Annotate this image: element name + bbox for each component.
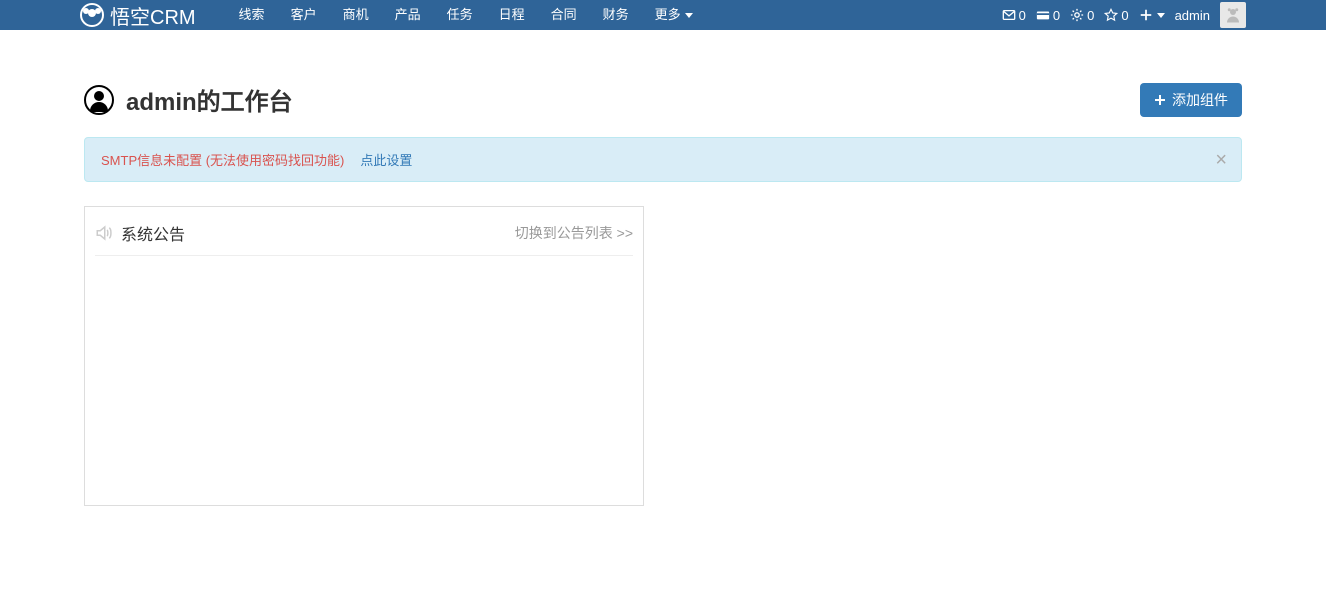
smtp-alert: SMTP信息未配置 (无法使用密码找回功能) 点此设置 × [84, 137, 1242, 182]
mail-icon [1002, 8, 1016, 22]
star-icon [1104, 8, 1118, 22]
alert-warning-text: SMTP信息未配置 (无法使用密码找回功能) [101, 150, 344, 169]
title-wrap: admin的工作台 [84, 82, 293, 117]
nav-finance[interactable]: 财务 [590, 0, 642, 30]
caret-down-icon [685, 13, 693, 18]
alert-settings-link[interactable]: 点此设置 [360, 150, 412, 169]
plus-icon [1154, 94, 1166, 106]
add-widget-button[interactable]: 添加组件 [1140, 83, 1242, 117]
speaker-icon [95, 224, 113, 242]
avatar[interactable] [1220, 2, 1246, 28]
main-container: admin的工作台 添加组件 SMTP信息未配置 (无法使用密码找回功能) 点此… [68, 54, 1258, 546]
logo-icon [80, 3, 104, 27]
widget-switch-link[interactable]: 切换到公告列表 >> [515, 223, 633, 243]
plus-icon [1139, 8, 1153, 22]
add-button-label: 添加组件 [1172, 90, 1228, 110]
stat-star-count: 0 [1121, 8, 1128, 23]
nav-business[interactable]: 商机 [330, 0, 382, 30]
brand[interactable]: 悟空CRM [80, 1, 196, 30]
page-title: admin的工作台 [126, 82, 293, 117]
navbar-right: 0 0 0 0 admin [1002, 2, 1326, 28]
widget-header: 系统公告 切换到公告列表 >> [95, 217, 633, 256]
widget-title-wrap: 系统公告 [95, 221, 185, 245]
nav-leads[interactable]: 线索 [226, 0, 278, 30]
page-header: admin的工作台 添加组件 [84, 82, 1242, 117]
nav-products[interactable]: 产品 [382, 0, 434, 30]
caret-down-icon [1157, 13, 1165, 18]
avatar-icon [1224, 6, 1242, 24]
widget-title: 系统公告 [121, 221, 185, 245]
top-navbar: 悟空CRM 线索 客户 商机 产品 任务 日程 合同 财务 更多 0 0 0 0 [0, 0, 1326, 30]
nav-links: 线索 客户 商机 产品 任务 日程 合同 财务 更多 [226, 0, 706, 30]
quick-add[interactable] [1139, 8, 1165, 22]
card-icon [1036, 8, 1050, 22]
nav-customers[interactable]: 客户 [278, 0, 330, 30]
brand-text: 悟空CRM [110, 1, 196, 30]
alert-close-button[interactable]: × [1215, 150, 1227, 170]
user-icon [84, 85, 114, 115]
stat-star[interactable]: 0 [1104, 8, 1128, 23]
stat-card[interactable]: 0 [1036, 8, 1060, 23]
announcement-widget: 系统公告 切换到公告列表 >> [84, 206, 644, 506]
stat-gear-count: 0 [1087, 8, 1094, 23]
gear-icon [1070, 8, 1084, 22]
stat-card-count: 0 [1053, 8, 1060, 23]
username[interactable]: admin [1175, 8, 1210, 23]
nav-tasks[interactable]: 任务 [434, 0, 486, 30]
nav-more-label: 更多 [655, 0, 681, 30]
stat-mail-count: 0 [1019, 8, 1026, 23]
stat-gear[interactable]: 0 [1070, 8, 1094, 23]
nav-contracts[interactable]: 合同 [538, 0, 590, 30]
stat-mail[interactable]: 0 [1002, 8, 1026, 23]
nav-more[interactable]: 更多 [642, 0, 706, 30]
nav-schedule[interactable]: 日程 [486, 0, 538, 30]
